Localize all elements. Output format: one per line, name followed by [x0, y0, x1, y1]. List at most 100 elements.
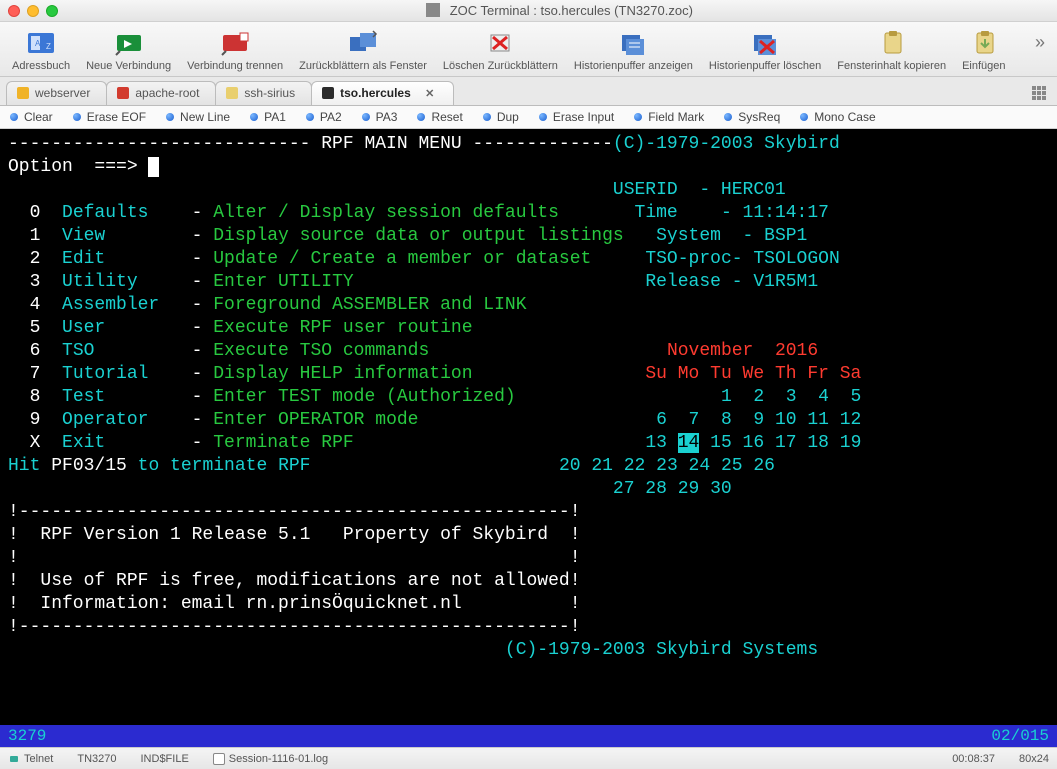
menu-X: Exit [62, 433, 159, 453]
terminal-tab-icon [17, 87, 29, 99]
menu-6: TSO [62, 341, 159, 361]
cursor[interactable] [148, 157, 159, 177]
svg-text:Z: Z [46, 42, 51, 51]
menu-row[interactable]: 0 Defaults - Alter / Display session def… [8, 202, 1049, 225]
menu-2: Edit [62, 249, 159, 269]
menu-row[interactable]: X Exit - Terminate RPF 13 14 15 16 17 18… [8, 432, 1049, 455]
toolbar-show-history[interactable]: Historienpuffer anzeigen [568, 26, 699, 74]
bullet-icon [10, 113, 18, 121]
toolbar-scrollback-window[interactable]: Zurückblättern als Fenster [293, 26, 433, 74]
toolbar-addressbook[interactable]: AZ Adressbuch [6, 26, 76, 74]
addressbook-icon: AZ [22, 28, 60, 58]
tab-apache-root[interactable]: apache-root [106, 81, 216, 105]
fn-pa1[interactable]: PA1 [250, 110, 286, 124]
menu-row[interactable]: 9 Operator - Enter OPERATOR mode 6 7 8 9… [8, 409, 1049, 432]
menu-row[interactable]: 4 Assembler - Foreground ASSEMBLER and L… [8, 294, 1049, 317]
menu-0: Defaults [62, 203, 159, 223]
terminal-type: 3279 [8, 725, 46, 748]
bullet-icon [634, 113, 642, 121]
toolbar-clear-history[interactable]: Historienpuffer löschen [703, 26, 827, 74]
clear-history-icon [746, 28, 784, 58]
bullet-icon [73, 113, 81, 121]
status-logging[interactable]: Session-1116-01.log [213, 753, 328, 765]
toolbar-paste[interactable]: Einfügen [956, 26, 1011, 74]
info-userid-label: USERID - [613, 180, 710, 200]
status-indfile: IND$FILE [141, 753, 189, 765]
menu-row[interactable]: 6 TSO - Execute TSO commands November 20… [8, 340, 1049, 363]
terminal-status-bar: 3279 02/015 [0, 725, 1057, 747]
toolbar-clear-scrollback[interactable]: Löschen Zurückblättern [437, 26, 564, 74]
bullet-icon [166, 113, 174, 121]
fn-erase-input[interactable]: Erase Input [539, 110, 614, 124]
fn-new-line[interactable]: New Line [166, 110, 230, 124]
tab-grid-button[interactable] [1031, 85, 1047, 101]
pf-key: PF03/15 [51, 456, 127, 476]
menu-row[interactable]: 8 Test - Enter TEST mode (Authorized) 1 … [8, 386, 1049, 409]
terminal-tab-icon [226, 87, 238, 99]
bullet-icon [417, 113, 425, 121]
menu-row[interactable]: 5 User - Execute RPF user routine [8, 317, 1049, 340]
menu-row[interactable]: 7 Tutorial - Display HELP information Su… [8, 363, 1049, 386]
show-history-icon [614, 28, 652, 58]
menu-7: Tutorial [62, 364, 159, 384]
log-checkbox[interactable] [213, 753, 225, 765]
bullet-icon [483, 113, 491, 121]
close-window-button[interactable] [8, 5, 20, 17]
fn-reset[interactable]: Reset [417, 110, 462, 124]
fn-erase-eof[interactable]: Erase EOF [73, 110, 146, 124]
menu-row[interactable]: 3 Utility - Enter UTILITY Release - V1R5… [8, 271, 1049, 294]
toolbar-new-connection[interactable]: Neue Verbindung [80, 26, 177, 74]
cursor-position: 02/015 [991, 725, 1049, 748]
menu-row[interactable]: 2 Edit - Update / Create a member or dat… [8, 248, 1049, 271]
bullet-icon [306, 113, 314, 121]
zoom-window-button[interactable] [46, 5, 58, 17]
tab-tso-hercules[interactable]: tso.hercules ✕ [311, 81, 454, 105]
menu-1: View [62, 226, 159, 246]
fn-pa2[interactable]: PA2 [306, 110, 342, 124]
menu-header: ---------------------------- RPF MAIN ME… [8, 134, 613, 154]
main-toolbar: AZ Adressbuch Neue Verbindung Verbindung… [0, 22, 1057, 77]
toolbar-overflow-button[interactable]: » [1029, 26, 1051, 53]
calendar-today: 14 [678, 433, 700, 453]
menu-4: Assembler [62, 295, 159, 315]
copyright-footer: (C)-1979-2003 Skybird Systems [505, 640, 818, 660]
menu-8: Test [62, 387, 159, 407]
tab-webserver[interactable]: webserver [6, 81, 107, 105]
minimize-window-button[interactable] [27, 5, 39, 17]
plug-icon [8, 753, 20, 765]
menu-row[interactable]: 1 View - Display source data or output l… [8, 225, 1049, 248]
menu-5: User [62, 318, 159, 338]
terminal-screen[interactable]: ---------------------------- RPF MAIN ME… [0, 129, 1057, 747]
fn-pa3[interactable]: PA3 [362, 110, 398, 124]
clipboard-copy-icon [873, 28, 911, 58]
connection-tabs: webserver apache-root ssh-sirius tso.her… [0, 77, 1057, 106]
close-tab-button[interactable]: ✕ [423, 86, 437, 100]
fn-clear[interactable]: Clear [10, 110, 53, 124]
calendar-dow: Su Mo Tu We Th Fr Sa [645, 364, 861, 384]
menu-9: Operator [62, 410, 159, 430]
toolbar-disconnect[interactable]: Verbindung trennen [181, 26, 289, 74]
status-protocol: TN3270 [77, 753, 116, 765]
info-userid-value: HERC01 [710, 180, 786, 200]
window-title: ZOC Terminal : tso.hercules (TN3270.zoc) [450, 3, 693, 18]
new-connection-icon [110, 28, 148, 58]
terminal-tab-icon [322, 87, 334, 99]
fn-sysreq[interactable]: SysReq [724, 110, 780, 124]
fn-mono-case[interactable]: Mono Case [800, 110, 875, 124]
bullet-icon [362, 113, 370, 121]
window-titlebar: ZOC Terminal : tso.hercules (TN3270.zoc) [0, 0, 1057, 22]
bullet-icon [800, 113, 808, 121]
status-bar: Telnet TN3270 IND$FILE Session-1116-01.l… [0, 747, 1057, 769]
disconnect-icon [216, 28, 254, 58]
status-screen-size: 80x24 [1019, 753, 1049, 765]
toolbar-copy-window[interactable]: Fensterinhalt kopieren [831, 26, 952, 74]
tab-ssh-sirius[interactable]: ssh-sirius [215, 81, 312, 105]
terminal-app-icon [426, 3, 440, 17]
terminal-tab-icon [117, 87, 129, 99]
fn-dup[interactable]: Dup [483, 110, 519, 124]
clear-scrollback-icon [481, 28, 519, 58]
fn-field-mark[interactable]: Field Mark [634, 110, 704, 124]
clipboard-paste-icon [965, 28, 1003, 58]
option-prompt: Option ===> [8, 157, 148, 177]
bullet-icon [250, 113, 258, 121]
